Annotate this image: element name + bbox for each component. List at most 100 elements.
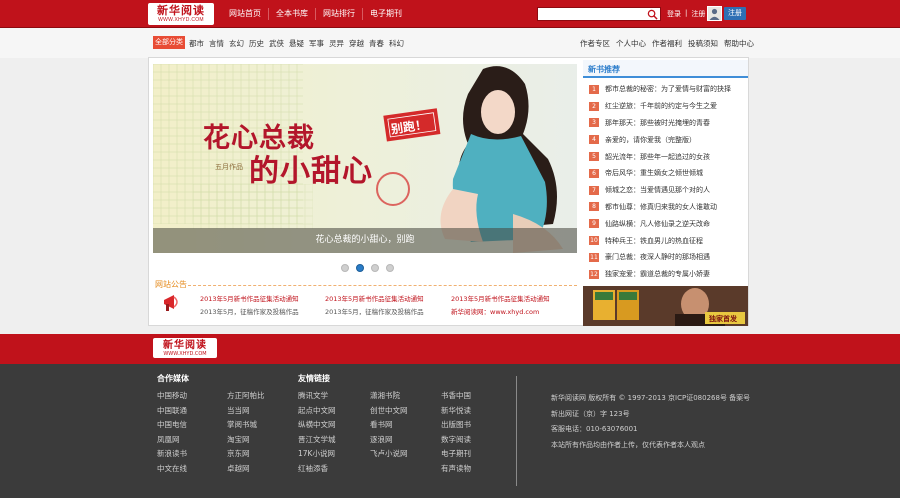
nav-home[interactable]: 网站首页 [222,8,268,20]
top-bar [0,0,900,28]
partner-link[interactable]: 方正阿帕比 [227,389,265,404]
friend-link[interactable]: 腾讯文学 [298,389,336,404]
friend-link[interactable]: 17K小说网 [298,447,336,462]
friend-link[interactable]: 纵横中文网 [298,418,336,433]
partner-link[interactable]: 新浪读书 [157,447,189,462]
category-item[interactable]: 科幻 [389,38,404,49]
partner-link[interactable]: 中国电信 [157,418,189,433]
ranking-item[interactable]: 9 仙路纵横：凡人修仙录之逆天改命 [589,215,745,232]
featured-banner[interactable]: 花心总裁 的小甜心 别跑！ 五月作品 花心总裁的小甜心，别跑 [153,64,577,253]
carousel-dot[interactable] [371,264,379,272]
partner-link[interactable]: 掌阅书城 [227,418,265,433]
author-link[interactable]: 作者专区 [580,38,610,49]
ranking-title: 新书推荐 [588,65,620,74]
friend-link[interactable]: 出版图书 [441,418,471,433]
notice-link[interactable]: 新华阅读网：www.xhyd.com [451,306,550,319]
partner-link[interactable]: 京东网 [227,447,265,462]
service-phone: 客服电话：010-63076001 [551,425,638,433]
category-label[interactable]: 全部分类 [153,36,185,49]
friend-link[interactable]: 电子期刊 [441,447,471,462]
category-item[interactable]: 武侠 [269,38,284,49]
banner-caption[interactable]: 花心总裁的小甜心，别跑 [153,228,577,253]
friend-link[interactable]: 创世中文网 [370,404,408,419]
friend-link[interactable]: 红袖添香 [298,462,336,477]
notice-link[interactable]: 2013年5月新书作品征集活动通知 [200,293,299,306]
site-logo[interactable]: 新华阅读 WWW.XHYD.COM [148,3,214,25]
login-link[interactable]: 登录 [667,9,681,19]
notice-link[interactable]: 2013年5月新书作品征集活动通知 [451,293,550,306]
partner-link[interactable]: 当当网 [227,404,265,419]
ranking-number: 7 [589,185,599,195]
ranking-item[interactable]: 8 都市仙尊：修真归来我的女人谁敢动 [589,199,745,216]
partner-link[interactable]: 凤凰网 [157,433,189,448]
friend-link[interactable]: 新华悦读 [441,404,471,419]
author-link[interactable]: 个人中心 [616,38,646,49]
partner-link[interactable]: 中国移动 [157,389,189,404]
ranking-title-text: 那年那天：那些被时光掩埋的青春 [605,118,710,127]
disclaimer-text: 本站所有作品均由作者上传，仅代表作者本人观点 [551,440,705,449]
author-link[interactable]: 投稿须知 [688,38,718,49]
ranking-number: 6 [589,168,599,178]
category-item[interactable]: 军事 [309,38,324,49]
register-button[interactable]: 注册 [724,7,746,20]
category-item[interactable]: 悬疑 [289,38,304,49]
category-item[interactable]: 灵异 [329,38,344,49]
category-item[interactable]: 历史 [249,38,264,49]
category-item[interactable]: 穿越 [349,38,364,49]
ranking-number: 11 [589,252,599,262]
notice-title: 网站公告 [155,280,187,289]
friend-link[interactable]: 看书网 [370,418,408,433]
ranking-item[interactable]: 3 那年那天：那些被时光掩埋的青春 [589,115,745,132]
nav-library[interactable]: 全本书库 [268,8,315,20]
footer-logo[interactable]: 新华阅读 WWW.XHYD.COM [153,338,217,358]
notice-link[interactable]: 2013年5月新书作品征集活动通知 [325,293,424,306]
carousel-dot[interactable] [386,264,394,272]
friend-link[interactable]: 书香中国 [441,389,471,404]
carousel-dot[interactable] [356,264,364,272]
friend-link[interactable]: 有声读物 [441,462,471,477]
promo-banner[interactable]: 独家首发 [583,286,748,326]
partner-link[interactable]: 中文在线 [157,462,189,477]
friend-link[interactable]: 数字阅读 [441,433,471,448]
ranking-item[interactable]: 5 韶光流年：那些年一起追过的女孩 [589,148,745,165]
search-icon[interactable] [647,9,658,20]
notice-link[interactable]: 2013年5月，征稿作家及投稿作品 [200,306,299,319]
license-text: 新出网证（京）字 123号 [551,409,630,418]
author-link[interactable]: 作者福利 [652,38,682,49]
partner-link[interactable]: 中国联通 [157,404,189,419]
ranking-item[interactable]: 12 独家宠爱：霸道总裁的专属小娇妻 [589,266,745,283]
partner-link[interactable]: 淘宝网 [227,433,265,448]
ranking-list: 1 都市总裁的秘密：为了爱情与财富的抉择 2 红尘逆旅：千年前的约定与今生之爱 3 那年那… [589,81,745,283]
ranking-item[interactable]: 2 红尘逆旅：千年前的约定与今生之爱 [589,98,745,115]
ranking-item[interactable]: 4 亲爱的，请你爱我（完整版） [589,131,745,148]
ranking-item[interactable]: 1 都市总裁的秘密：为了爱情与财富的抉择 [589,81,745,98]
ranking-item[interactable]: 7 倾城之恋：当爱情遇见那个对的人 [589,182,745,199]
search-input[interactable] [538,8,644,20]
partners-col-2: 方正阿帕比 当当网 掌阅书城 淘宝网 京东网 卓越网 [227,373,265,477]
ranking-item[interactable]: 6 帝后风华：重生嫡女之倾世倾城 [589,165,745,182]
author-link[interactable]: 帮助中心 [724,38,754,49]
carousel-dot[interactable] [341,264,349,272]
register-link[interactable]: 注册 [691,9,705,19]
friend-link[interactable]: 飞卢小说网 [370,447,408,462]
nav-ranking[interactable]: 网站排行 [315,8,362,20]
footer-bar [0,334,900,364]
nav-magazine[interactable]: 电子期刊 [362,8,409,20]
category-item[interactable]: 言情 [209,38,224,49]
avatar[interactable] [707,6,722,21]
category-item[interactable]: 玄幻 [229,38,244,49]
category-item[interactable]: 都市 [189,38,204,49]
notice-link[interactable]: 2013年5月，征稿作家及投稿作品 [325,306,424,319]
ranking-item[interactable]: 11 豪门总裁：夜深人静时的那场相遇 [589,249,745,266]
footer-info: 新华阅读网 版权所有 © 1997-2013 京ICP证080268号 备案号 … [551,391,750,453]
category-item[interactable]: 青春 [369,38,384,49]
partner-link[interactable]: 卓越网 [227,462,265,477]
friend-link[interactable]: 逐浪网 [370,433,408,448]
ranking-title-text: 亲爱的，请你爱我（完整版） [605,135,696,144]
friend-link[interactable]: 晋江文学城 [298,433,336,448]
friend-link[interactable]: 起点中文网 [298,404,336,419]
friend-link[interactable]: 潇湘书院 [370,389,408,404]
ranking-item[interactable]: 10 特种兵王：铁血男儿的热血征程 [589,232,745,249]
banner-title-2: 的小甜心 [249,154,373,189]
notice-column: 2013年5月新书作品征集活动通知 新华阅读网：www.xhyd.com [451,293,550,319]
